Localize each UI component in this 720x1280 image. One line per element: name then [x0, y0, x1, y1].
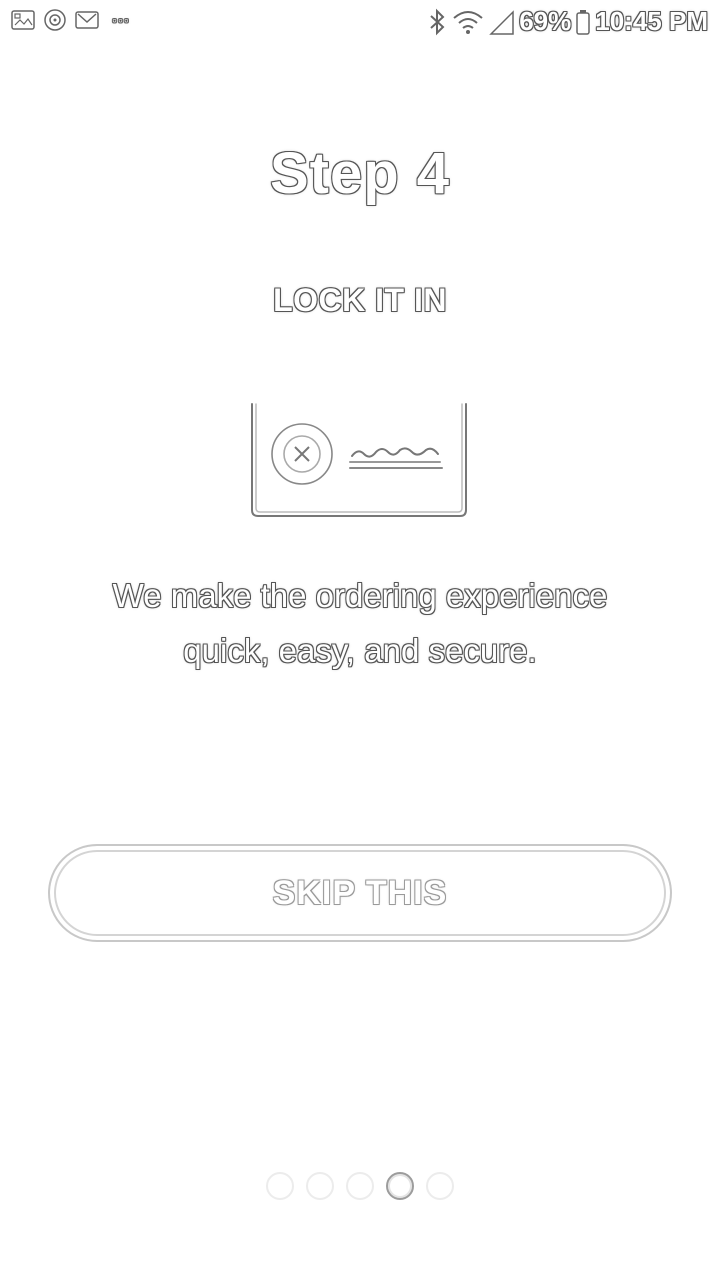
- signal-icon: [489, 9, 514, 35]
- page-dot-1[interactable]: [266, 1172, 294, 1200]
- bluetooth-icon: [430, 8, 445, 35]
- battery-percent: 69%: [519, 6, 572, 36]
- secure-payment-card-icon: [251, 403, 467, 517]
- onboarding-description: We make the ordering experience quick, e…: [112, 577, 608, 669]
- gmail-notification-icon: [75, 11, 99, 29]
- skip-button[interactable]: SKIP THIS: [48, 844, 672, 942]
- wifi-icon: [453, 10, 483, 34]
- skip-button-label: SKIP THIS: [272, 873, 448, 912]
- status-left-icons: ◦◦◦: [10, 7, 130, 33]
- step-subtitle: LOCK IT IN: [273, 282, 447, 318]
- status-bar: ◦◦◦ 69% 10:45 PM: [0, 0, 720, 44]
- overflow-notifications: ◦◦◦: [112, 12, 130, 28]
- page-indicator: [0, 1172, 720, 1200]
- page-dot-5[interactable]: [426, 1172, 454, 1200]
- page-dot-2[interactable]: [306, 1172, 334, 1200]
- step-title: Step 4: [269, 141, 451, 206]
- clock: 10:45 PM: [595, 6, 708, 36]
- image-notification-icon: [11, 10, 35, 30]
- page-dot-4-active[interactable]: [386, 1172, 414, 1200]
- page-dot-3[interactable]: [346, 1172, 374, 1200]
- battery-icon: [576, 9, 591, 35]
- target-notification-icon: [44, 9, 66, 31]
- status-right-icons: 69% 10:45 PM: [427, 6, 708, 37]
